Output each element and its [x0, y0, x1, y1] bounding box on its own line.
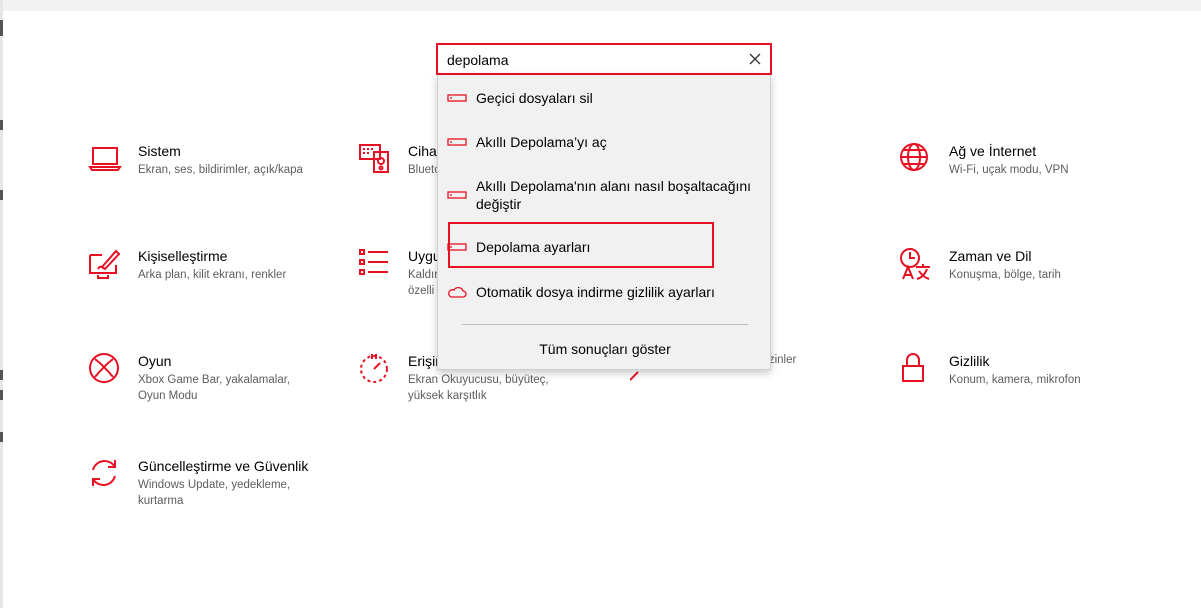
xbox-icon — [88, 352, 122, 386]
divider — [462, 324, 748, 325]
tile-title: Kişiselleştirme — [138, 248, 228, 264]
refresh-icon — [88, 457, 122, 491]
storage-drive-icon — [447, 188, 467, 200]
tile-desc: Ekran Okuyucusu, büyüteç, yüksek karşıtl… — [408, 374, 549, 402]
apps-list-icon — [358, 247, 392, 281]
result-item[interactable]: Geçici dosyaları sil — [438, 86, 772, 110]
result-item[interactable]: Akıllı Depolama'nın alanı nasıl boşaltac… — [438, 175, 772, 215]
left-window-edge — [0, 0, 3, 608]
tile-desc: Windows Update, yedekleme, kurtarma — [138, 479, 291, 507]
ease-of-access-icon — [358, 352, 392, 386]
tile-title: Sistem — [138, 143, 181, 159]
paint-icon — [88, 247, 122, 281]
lock-icon — [899, 352, 933, 386]
tile-title: Güncelleştirme ve Güvenlik — [138, 458, 309, 474]
tile-title: Ağ ve İnternet — [949, 143, 1037, 159]
tile-desc: Wi-Fi, uçak modu, VPN — [949, 164, 1069, 176]
search-box — [436, 43, 772, 75]
result-item[interactable]: Otomatik dosya indirme gizlilik ayarları — [438, 280, 772, 304]
storage-drive-icon — [447, 91, 467, 103]
result-label: Akıllı Depolama’yı aç — [476, 134, 607, 150]
tile-title: Oyun — [138, 353, 172, 369]
tile-desc: Kaldır, özelli — [408, 269, 441, 297]
cloud-icon — [447, 285, 467, 298]
keyboard-icon — [358, 142, 392, 176]
tile-desc: Xbox Game Bar, yakalamalar, Oyun Modu — [138, 374, 291, 402]
tile-desc: Arka plan, kilit ekranı, renkler — [138, 269, 287, 281]
tile-desc: Konum, kamera, mikrofon — [949, 374, 1081, 386]
tile-desc: Ekran, ses, bildirimler, açık/kapa — [138, 164, 303, 176]
tile-desc: Konuşma, bölge, tarih — [949, 269, 1061, 281]
laptop-icon — [88, 142, 122, 176]
result-item[interactable]: Akıllı Depolama’yı aç — [438, 130, 772, 154]
result-label: Akıllı Depolama'nın alanı nasıl boşaltac… — [476, 178, 752, 212]
close-icon[interactable] — [746, 50, 764, 68]
storage-drive-icon — [447, 135, 467, 147]
highlight-frame — [448, 222, 714, 268]
globe-icon — [899, 142, 933, 176]
result-label: Otomatik dosya indirme gizlilik ayarları — [476, 284, 715, 300]
time-language-icon — [899, 247, 933, 281]
search-input[interactable] — [447, 51, 737, 69]
show-all-results-link[interactable]: Tüm sonuçları göster — [438, 340, 772, 358]
tile-title: Zaman ve Dil — [949, 248, 1032, 264]
tile-title: Gizlilik — [949, 353, 990, 369]
window-top-bar — [0, 0, 1201, 11]
result-label: Geçici dosyaları sil — [476, 90, 593, 106]
